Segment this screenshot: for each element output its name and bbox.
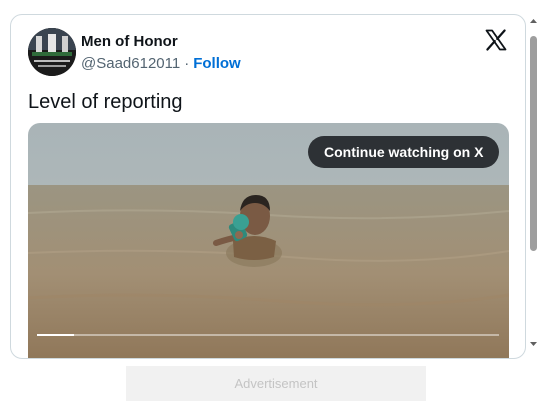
scroll-down-arrow-icon[interactable] bbox=[528, 337, 539, 349]
continue-watching-button[interactable]: Continue watching on X bbox=[308, 136, 500, 168]
video-progress-bar[interactable] bbox=[37, 334, 499, 336]
handle-row: @Saad612011 · Follow bbox=[81, 55, 241, 72]
separator-dot: · bbox=[184, 55, 190, 72]
follow-button[interactable]: Follow bbox=[193, 55, 241, 72]
scrollbar[interactable] bbox=[528, 14, 539, 354]
tweet-text: Level of reporting bbox=[28, 91, 183, 113]
video-player[interactable]: Continue watching on X bbox=[28, 123, 509, 358]
x-logo-icon[interactable] bbox=[484, 28, 508, 52]
tweet-card[interactable]: Men of Honor @Saad612011 · Follow Level of… bbox=[10, 14, 526, 359]
display-name[interactable]: Men of Honor bbox=[81, 33, 178, 50]
scrollbar-thumb[interactable] bbox=[530, 36, 537, 251]
avatar[interactable] bbox=[28, 28, 76, 76]
advertisement-slot: Advertisement bbox=[126, 366, 426, 401]
video-progress-fill bbox=[37, 334, 74, 336]
profile-avatar-icon bbox=[28, 28, 76, 76]
scroll-up-arrow-icon[interactable] bbox=[528, 14, 539, 26]
user-handle[interactable]: @Saad612011 bbox=[81, 55, 180, 72]
